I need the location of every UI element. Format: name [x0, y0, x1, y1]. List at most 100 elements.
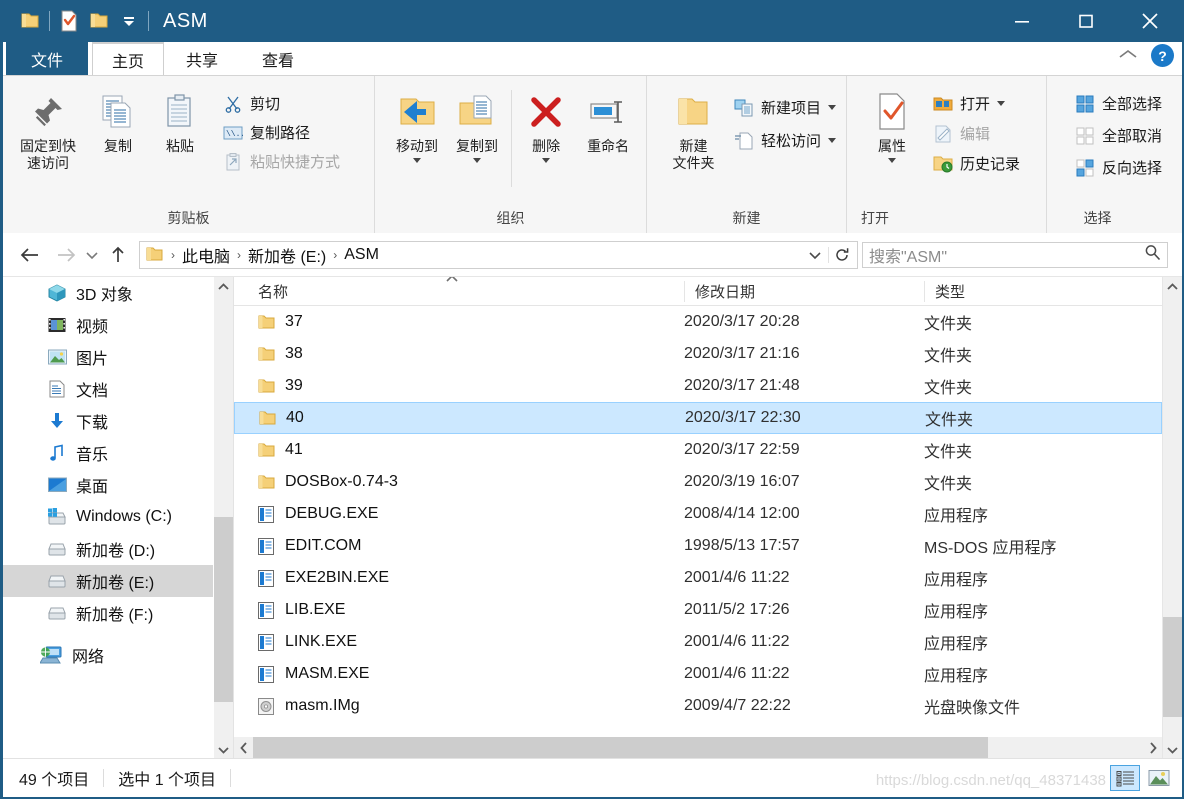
sidebar-item-drive-d[interactable]: 新加卷 (D:) [3, 533, 213, 565]
rename-button[interactable]: 重命名 [576, 84, 640, 155]
tab-share[interactable]: 共享 [170, 42, 234, 75]
sidebar-item-pictures[interactable]: 图片 [3, 341, 213, 373]
table-row[interactable]: LIB.EXE 2011/5/2 17:26 应用程序 [234, 594, 1162, 626]
forward-button[interactable] [51, 240, 81, 270]
address-dropdown-chevron-down-icon[interactable] [802, 250, 828, 260]
table-row[interactable]: EXE2BIN.EXE 2001/4/6 11:22 应用程序 [234, 562, 1162, 594]
breadcrumb-asm[interactable]: ASM [341, 246, 382, 264]
hscroll-left-chevron-left-icon[interactable] [234, 737, 253, 759]
tab-file[interactable]: 文件 [6, 42, 88, 75]
move-to-button[interactable]: 移动到 [387, 84, 447, 163]
help-button[interactable]: ? [1151, 44, 1174, 67]
table-row[interactable]: DOSBox-0.74-3 2020/3/19 16:07 文件夹 [234, 466, 1162, 498]
back-button[interactable] [15, 240, 45, 270]
qat-new-folder-icon[interactable] [84, 6, 114, 36]
paste-button[interactable]: 粘贴 [149, 84, 211, 155]
filelist-scroll-down-chevron-down-icon[interactable] [1163, 740, 1182, 759]
breadcrumb-separator-1[interactable]: › [235, 248, 243, 262]
properties-button[interactable]: 属性 [861, 84, 923, 163]
table-row[interactable]: 39 2020/3/17 21:48 文件夹 [234, 370, 1162, 402]
search-icon[interactable] [1144, 244, 1161, 266]
recent-locations-chevron-down-icon[interactable] [81, 240, 103, 270]
sidebar-item-3d-objects[interactable]: 3D 对象 [3, 277, 213, 309]
breadcrumb-separator-0[interactable]: › [169, 248, 177, 262]
new-item-chevron-down-icon[interactable] [828, 105, 836, 110]
navpane-scroll-up-chevron-up-icon[interactable] [214, 277, 233, 296]
navpane-scroll-down-chevron-down-icon[interactable] [214, 740, 233, 759]
cut-button[interactable]: 剪切 [219, 90, 344, 117]
qat-properties-icon[interactable] [54, 6, 84, 36]
table-row[interactable]: 37 2020/3/17 20:28 文件夹 [234, 306, 1162, 338]
copy-button[interactable]: 复制 [87, 84, 149, 155]
sidebar-item-windows-c[interactable]: Windows (C:) [3, 501, 213, 533]
sidebar-item-desktop[interactable]: 桌面 [3, 469, 213, 501]
sidebar-item-videos[interactable]: 视频 [3, 309, 213, 341]
move-to-chevron-down-icon[interactable] [413, 158, 422, 163]
filelist-scroll-up-chevron-up-icon[interactable] [1163, 277, 1182, 296]
column-header-date[interactable]: 修改日期 [684, 280, 924, 302]
up-button[interactable] [103, 240, 133, 270]
hscroll-thumb[interactable] [253, 737, 988, 759]
search-input[interactable]: 搜索"ASM" [869, 243, 1144, 267]
sidebar-item-downloads[interactable]: 下载 [3, 405, 213, 437]
new-item-button[interactable]: 新建项目 [730, 94, 840, 121]
address-bar[interactable]: › 此电脑 › 新加卷 (E:) › ASM [139, 240, 858, 269]
open-button[interactable]: 打开 [929, 90, 1024, 117]
delete-chevron-down-icon[interactable] [542, 158, 551, 163]
copy-to-button[interactable]: 复制到 [447, 84, 507, 163]
sidebar-item-music[interactable]: 音乐 [3, 437, 213, 469]
file-list-scrollbar[interactable] [1162, 277, 1182, 759]
tab-view[interactable]: 查看 [246, 42, 310, 75]
easy-access-chevron-down-icon[interactable] [828, 138, 836, 143]
navpane-scroll-thumb[interactable] [214, 517, 233, 702]
close-button[interactable] [1118, 0, 1182, 42]
open-chevron-down-icon[interactable] [997, 101, 1006, 106]
large-icons-view-button[interactable] [1144, 765, 1174, 791]
navpane-scrollbar[interactable] [213, 277, 233, 759]
table-row[interactable]: DEBUG.EXE 2008/4/14 12:00 应用程序 [234, 498, 1162, 530]
table-row[interactable]: 38 2020/3/17 21:16 文件夹 [234, 338, 1162, 370]
table-row[interactable]: 41 2020/3/17 22:59 文件夹 [234, 434, 1162, 466]
history-button[interactable]: 历史记录 [929, 150, 1024, 177]
pin-to-quick-access-button[interactable]: 固定到快 速访问 [9, 84, 87, 172]
file-date-cell: 2008/4/14 12:00 [684, 505, 800, 522]
table-row[interactable]: masm.IMg 2009/4/7 22:22 光盘映像文件 [234, 690, 1162, 722]
file-list-horizontal-scrollbar[interactable] [234, 736, 1162, 759]
collapse-ribbon-chevron-up-icon[interactable] [1117, 47, 1139, 65]
music-icon [47, 443, 67, 463]
sidebar-item-drive-f[interactable]: 新加卷 (F:) [3, 597, 213, 629]
select-none-button[interactable]: 全部取消 [1071, 122, 1166, 149]
ribbon-group-select-title: 选择 [1083, 210, 1112, 226]
sidebar-item-drive-e[interactable]: 新加卷 (E:) [3, 565, 213, 597]
search-box[interactable]: 搜索"ASM" [862, 241, 1168, 268]
qat-customize-chevron-down-icon[interactable] [114, 6, 144, 36]
paste-shortcut-button[interactable]: 粘贴快捷方式 [219, 148, 344, 175]
delete-button[interactable]: 删除 [516, 84, 576, 163]
minimize-button[interactable] [990, 0, 1054, 42]
invert-selection-button[interactable]: 反向选择 [1071, 154, 1166, 181]
refresh-button[interactable] [828, 246, 855, 263]
sidebar-item-network[interactable]: 网络 [3, 639, 213, 671]
breadcrumb-drive-e[interactable]: 新加卷 (E:) [245, 243, 329, 267]
sidebar-item-documents[interactable]: 文档 [3, 373, 213, 405]
breadcrumb-separator-2[interactable]: › [331, 248, 339, 262]
filelist-scroll-thumb[interactable] [1163, 617, 1182, 717]
details-view-button[interactable] [1110, 765, 1140, 791]
copy-to-chevron-down-icon[interactable] [473, 158, 482, 163]
column-header-type[interactable]: 类型 [924, 280, 1144, 302]
table-row[interactable]: LINK.EXE 2001/4/6 11:22 应用程序 [234, 626, 1162, 658]
copy-path-button[interactable]: \\.. 复制路径 [219, 119, 344, 146]
breadcrumb-this-pc[interactable]: 此电脑 [179, 243, 233, 267]
select-all-button[interactable]: 全部选择 [1071, 90, 1166, 117]
qat-folder-icon[interactable] [15, 6, 45, 36]
tab-home[interactable]: 主页 [92, 42, 164, 75]
maximize-button[interactable] [1054, 0, 1118, 42]
table-row[interactable]: MASM.EXE 2001/4/6 11:22 应用程序 [234, 658, 1162, 690]
properties-chevron-down-icon[interactable] [888, 158, 896, 163]
table-row[interactable]: 40 2020/3/17 22:30 文件夹 [234, 402, 1162, 434]
easy-access-button[interactable]: 轻松访问 [730, 127, 840, 154]
new-folder-button[interactable]: 新建 文件夹 [661, 84, 726, 172]
hscroll-right-chevron-right-icon[interactable] [1143, 737, 1162, 759]
edit-button[interactable]: 编辑 [929, 120, 1024, 147]
table-row[interactable]: EDIT.COM 1998/5/13 17:57 MS-DOS 应用程序 [234, 530, 1162, 562]
